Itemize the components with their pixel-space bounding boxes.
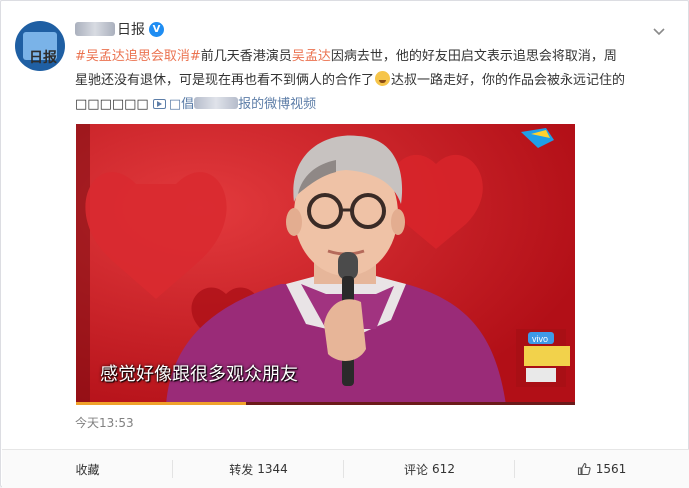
collect-button[interactable]: 收藏: [2, 450, 173, 488]
video-logo-text: vivo: [532, 334, 548, 344]
username[interactable]: 日报: [117, 19, 145, 39]
verified-icon: V: [149, 21, 164, 37]
post-text-segment: 达叔一路走好，你的作品会被永远记住的: [391, 73, 626, 88]
video-progress-fill: [76, 402, 246, 405]
source-suffix: 报的微博视频: [238, 97, 317, 112]
weibo-post-card: 日报 日报 V #吴孟达追思会取消#前几天香港演员吴孟达因病去世，他的好友田启文…: [0, 0, 689, 488]
source-name-blurred: [194, 97, 239, 109]
post-text: #吴孟达追思会取消#前几天香港演员吴孟达因病去世，他的好友田启文表示追思会将取消…: [75, 45, 675, 117]
action-bar: 收藏 转发 1344 评论 612 1561: [2, 449, 689, 488]
post-line-3: □□□□□□ □倡 报的微博视频: [75, 93, 675, 117]
crying-emoji-icon: [375, 71, 391, 86]
comment-button[interactable]: 评论 612: [344, 450, 515, 488]
post-line-2: 星驰还没有退休，可是现在再也看不到俩人的合作了 达叔一路走好，你的作品会被永远记住…: [75, 69, 675, 93]
like-button[interactable]: 1561: [515, 450, 688, 488]
repost-count: 1344: [257, 462, 288, 476]
thumbs-up-icon: [577, 462, 591, 476]
comment-count: 612: [432, 462, 455, 476]
post-timestamp[interactable]: 今天13:53: [75, 414, 134, 431]
comment-label: 评论: [404, 462, 429, 477]
video-progress-bar[interactable]: [76, 402, 575, 405]
post-text-ellipsis: □□□□□□: [75, 97, 149, 112]
video-play-icon: [152, 99, 166, 109]
username-blurred: [75, 22, 115, 36]
video-subtitle: 感觉好像跟很多观众朋友: [100, 364, 298, 385]
chevron-down-icon[interactable]: [652, 25, 666, 39]
avatar[interactable]: 日报: [15, 21, 65, 71]
like-count: 1561: [595, 462, 627, 476]
avatar-logo-text: 日报: [29, 50, 57, 66]
hashtag-link[interactable]: #吴孟达追思会取消#: [75, 49, 201, 64]
source-prefix: □倡: [168, 97, 195, 112]
post-text-segment: 因病去世，他的好友田启文表示追思会将取消，周: [330, 49, 617, 64]
repost-label: 转发: [229, 462, 254, 477]
name-link[interactable]: 吴孟达: [292, 49, 331, 64]
video-player[interactable]: vivo 感觉好像跟很多观众朋友: [76, 124, 575, 405]
post-text-segment: 星驰还没有退休，可是现在再也看不到俩人的合作了: [75, 73, 375, 88]
video-source-link[interactable]: □倡 报的微博视频: [152, 97, 317, 112]
collect-label: 收藏: [75, 462, 100, 477]
post-line-1: #吴孟达追思会取消#前几天香港演员吴孟达因病去世，他的好友田启文表示追思会将取消…: [75, 45, 675, 69]
repost-button[interactable]: 转发 1344: [173, 450, 344, 488]
username-row: 日报 V: [75, 19, 164, 39]
post-text-segment: 前几天香港演员: [200, 49, 292, 64]
